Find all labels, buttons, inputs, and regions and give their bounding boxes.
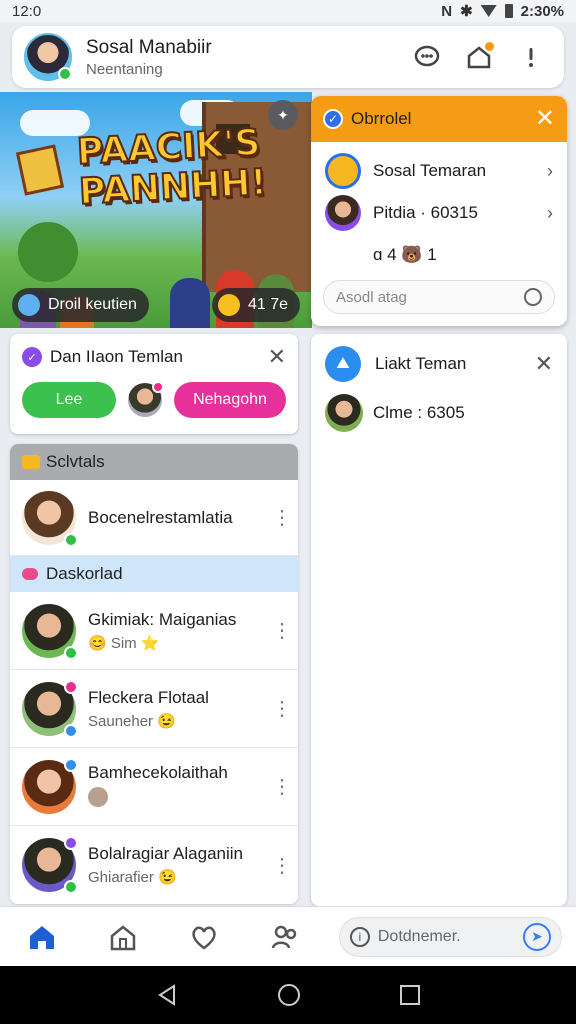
list-item[interactable]: Bolalragiar Alaganiin Ghiarafier 😉 ⋮ (10, 826, 298, 904)
list-item[interactable]: Bocenelrestamlatia ⋮ (10, 480, 298, 556)
request-actions: Lee Nehagohn (10, 368, 298, 418)
heart-chat-icon[interactable] (176, 917, 231, 957)
game-banner[interactable]: PAACIK'S PANNHH! ✦ Droil keutien 41 7e (0, 92, 312, 328)
close-icon[interactable]: ✕ (268, 346, 286, 368)
contact-avatar (22, 679, 78, 738)
search-input[interactable]: i Dotdnemer. ➤ (338, 916, 563, 957)
section-header: Daskorlad (10, 556, 298, 592)
verified-check-icon: ✓ (22, 347, 42, 367)
header-subtitle: Neentaning (86, 60, 163, 78)
popup-row[interactable]: Pitdia · 60315 › (311, 192, 567, 234)
chat-panel: ⛰ Liakt Teman ✕ Clme : 6305 (311, 334, 567, 906)
contact-avatar (325, 394, 363, 432)
banner-chip-right[interactable]: 41 7e (212, 288, 301, 322)
close-icon[interactable]: ✕ (535, 107, 555, 131)
online-indicator (58, 67, 72, 81)
recent-apps-icon[interactable] (400, 985, 420, 1005)
friend-request-card: ✓ Dan IIaon Temlan ✕ Lee Nehagohn (10, 334, 298, 434)
status-time: 12:0 (12, 2, 42, 20)
more-vert-icon[interactable]: ⋮ (272, 774, 292, 799)
group-avatar (325, 153, 361, 189)
header-actions (412, 42, 546, 72)
folder-icon (22, 455, 40, 469)
request-header: ✓ Dan IIaon Temlan ✕ (10, 334, 298, 368)
list-item[interactable]: Fleckera Flotaal Sauneher 😉 ⋮ (10, 670, 298, 748)
status-bar: 12:0 N ✱ 2:30% (0, 0, 576, 22)
status-icons: N ✱ 2:30% (441, 2, 564, 21)
status-clock-right: 2:30% (520, 2, 564, 20)
popup-title: Obrrolel (351, 109, 412, 128)
contact-avatar (22, 836, 78, 894)
notification-n-icon: N (441, 2, 453, 20)
contact-avatar (22, 603, 78, 660)
app-header: Sosal Manabiir Neentaning (12, 26, 564, 88)
more-vert-icon[interactable]: ⋮ (272, 853, 292, 878)
banner-chip-left[interactable]: Droil keutien (12, 288, 149, 322)
list-item[interactable]: Gkimiak: Maiganias 😊 Sim ⭐ ⋮ (10, 592, 298, 670)
contact-avatar (22, 757, 78, 814)
wifi-icon (480, 5, 497, 17)
chevron-right-icon: › (547, 202, 553, 223)
friends-icon: ⛰ (325, 346, 361, 382)
list-header: Sclvtals (10, 444, 298, 480)
verified-check-icon: ✓ (323, 109, 343, 129)
home-icon[interactable] (14, 917, 69, 957)
banner-title: PAACIK'S PANNHH! (75, 121, 269, 213)
chat-row[interactable]: Clme : 6305 (311, 394, 567, 432)
kite-illustration (15, 144, 65, 196)
more-vert-icon[interactable]: ⋮ (272, 696, 292, 721)
battery-icon (504, 4, 513, 18)
more-vert-icon[interactable]: ⋮ (272, 618, 292, 643)
system-nav-bar (0, 966, 576, 1024)
home-circle-icon[interactable] (278, 984, 300, 1006)
accept-button[interactable]: Lee (22, 382, 116, 418)
chevron-right-icon: › (547, 160, 553, 181)
reject-button[interactable]: Nehagohn (174, 382, 286, 418)
house-outline-icon[interactable] (95, 917, 150, 957)
chat-bubble-icon[interactable] (412, 42, 442, 72)
popup-header: ✓ Obrrolel ✕ (311, 96, 567, 142)
clock-icon[interactable] (524, 288, 542, 306)
close-icon[interactable]: ✕ (535, 353, 553, 375)
popup-search-input[interactable]: Asodl atag (323, 280, 555, 314)
compass-icon[interactable]: ➤ (523, 922, 552, 951)
info-icon: i (349, 926, 370, 947)
header-text: Sosal Manabiir Neentaning (86, 37, 412, 78)
popup-row[interactable]: Sosal Temaran › (311, 150, 567, 192)
chat-list-panel: Sclvtals Bocenelrestamlatia ⋮ Daskorlad … (10, 444, 298, 904)
user-avatar[interactable] (24, 33, 72, 81)
bottom-nav: i Dotdnemer. ➤ (0, 906, 576, 966)
contact-avatar (325, 195, 361, 231)
coin-icon (218, 294, 240, 316)
people-icon[interactable] (258, 917, 313, 957)
list-item[interactable]: Bamhecekolaithah ⋮ (10, 748, 298, 826)
requester-avatar[interactable] (128, 381, 164, 417)
header-title: Sosal Manabiir (86, 36, 212, 58)
pin-icon[interactable]: ✦ (268, 100, 298, 130)
chat-panel-title: Liakt Teman (375, 354, 467, 373)
bluetooth-icon: ✱ (460, 3, 473, 20)
back-icon[interactable] (156, 983, 178, 1007)
request-title: Dan IIaon Temlan (50, 347, 183, 366)
contact-avatar (22, 490, 78, 547)
more-icon[interactable] (516, 42, 546, 72)
more-vert-icon[interactable]: ⋮ (272, 505, 292, 530)
chat-icon (22, 568, 38, 580)
home-notification-icon[interactable] (464, 42, 494, 72)
popup-reactions: ɑ 4 🐻 1 (373, 245, 437, 264)
notification-badge (485, 42, 494, 51)
emoji-face-icon (18, 294, 40, 316)
mini-avatar (88, 786, 108, 807)
chat-panel-header: ⛰ Liakt Teman ✕ (311, 334, 567, 394)
chat-popup: ✓ Obrrolel ✕ Sosal Temaran › Pitdia · 60… (311, 96, 567, 326)
